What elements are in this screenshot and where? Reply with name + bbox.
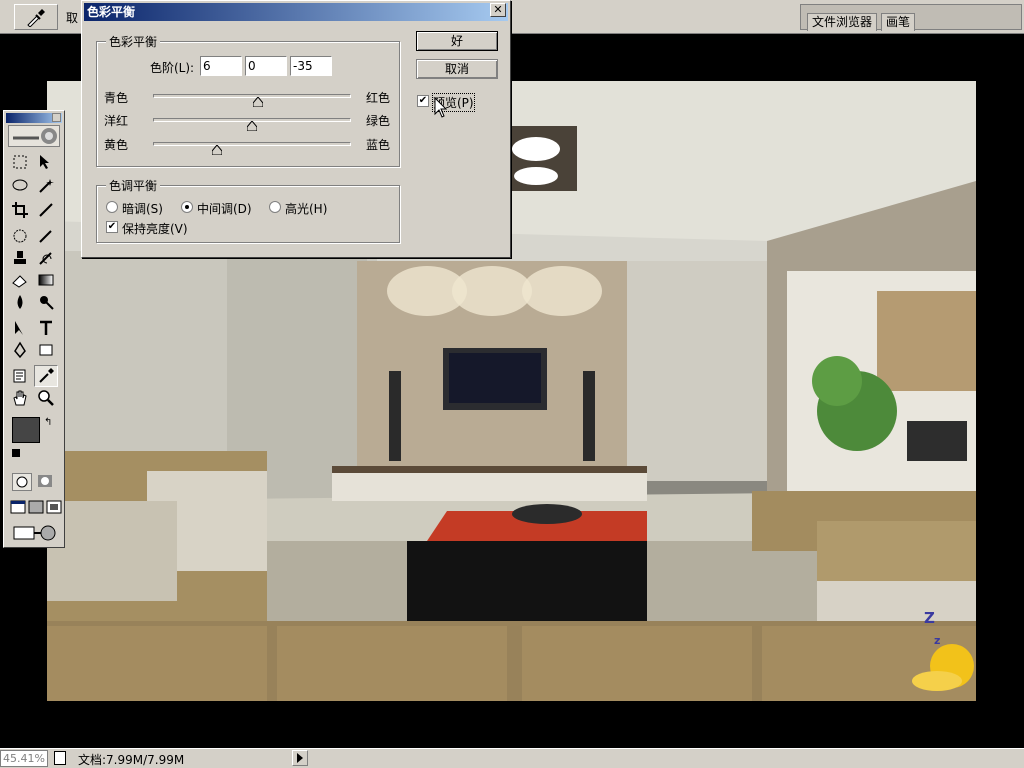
hand-tool-icon[interactable]	[8, 387, 32, 409]
slider-thumb-cyan-red[interactable]	[252, 97, 263, 107]
default-colors-icon[interactable]	[12, 449, 20, 457]
healing-brush-tool-icon[interactable]	[8, 225, 32, 247]
level-input-yellow-blue[interactable]	[290, 56, 332, 76]
radio-highlights[interactable]	[269, 201, 281, 213]
marquee-tool-icon[interactable]	[8, 151, 32, 173]
slider-right-label-red: 红色	[366, 91, 391, 105]
preserve-luminosity-label[interactable]: 保持亮度(V)	[122, 220, 188, 237]
clone-stamp-tool-icon[interactable]	[8, 247, 32, 269]
radio-midtones[interactable]	[181, 201, 193, 213]
mouse-cursor-icon	[434, 97, 448, 118]
radio-highlights-label[interactable]: 高光(H)	[285, 200, 327, 217]
preserve-luminosity-checkbox[interactable]: ✔	[106, 221, 118, 233]
slider-thumb-magenta-green[interactable]	[247, 121, 257, 131]
cancel-button[interactable]: 取消	[416, 59, 498, 79]
standard-mode-icon[interactable]	[12, 473, 32, 491]
preview-checkbox[interactable]: ✔	[417, 95, 429, 107]
zoom-level-field[interactable]: 45.41%	[0, 750, 48, 767]
eyedropper-icon	[27, 9, 45, 27]
sleep-z-small: z	[934, 634, 941, 647]
slice-tool-icon[interactable]	[34, 199, 58, 221]
adobe-online-icon[interactable]	[8, 125, 60, 147]
slider-left-label-magenta: 洋红	[104, 114, 129, 128]
lasso-tool-icon[interactable]	[8, 175, 32, 197]
radio-midtones-label[interactable]: 中间调(D)	[197, 200, 252, 217]
slider-thumb-yellow-blue[interactable]	[212, 145, 223, 155]
tab-brushes[interactable]: 画笔	[881, 13, 916, 31]
slider-right-label-blue: 蓝色	[366, 138, 391, 152]
dialog-titlebar[interactable]: 色彩平衡	[84, 3, 508, 21]
ok-button[interactable]: 好	[416, 31, 498, 51]
full-screen-menubar-icon[interactable]	[28, 499, 44, 515]
options-label: 取	[66, 11, 79, 25]
zoom-tool-icon[interactable]	[34, 387, 58, 409]
jump-to-imageready-icon[interactable]	[12, 523, 58, 543]
full-screen-mode-icon[interactable]	[46, 499, 62, 515]
tone-balance-legend: 色调平衡	[106, 177, 161, 194]
document-icon	[54, 751, 66, 765]
history-brush-tool-icon[interactable]	[34, 247, 58, 269]
status-menu-arrow-icon[interactable]	[292, 750, 308, 766]
type-tool-icon[interactable]	[34, 317, 58, 339]
blur-tool-icon[interactable]	[8, 291, 32, 313]
crop-tool-icon[interactable]	[8, 199, 32, 221]
quick-mask-mode-icon[interactable]	[36, 473, 56, 491]
dialog-title: 色彩平衡	[87, 5, 136, 19]
path-selection-tool-icon[interactable]	[8, 317, 32, 339]
level-input-magenta-green[interactable]	[245, 56, 287, 76]
toolbox: ↰	[3, 110, 65, 548]
toolbox-menu-icon[interactable]	[52, 113, 61, 122]
gradient-tool-icon[interactable]	[34, 269, 58, 291]
tab-file-browser[interactable]: 文件浏览器	[807, 13, 878, 31]
slider-left-label-yellow: 黄色	[104, 138, 129, 152]
tool-preset-picker[interactable]	[14, 4, 58, 30]
swap-colors-icon[interactable]: ↰	[44, 417, 52, 428]
sleep-z-large: Z	[924, 609, 935, 627]
pen-tool-icon[interactable]	[8, 339, 32, 361]
magic-wand-tool-icon[interactable]	[34, 175, 58, 197]
close-icon[interactable]: ✕	[490, 3, 506, 17]
color-balance-legend: 色彩平衡	[106, 33, 161, 50]
rectangle-tool-icon[interactable]	[34, 339, 58, 361]
move-tool-icon[interactable]	[34, 151, 58, 173]
foreground-color-swatch[interactable]	[12, 417, 40, 443]
level-input-cyan-red[interactable]	[200, 56, 242, 76]
dodge-tool-icon[interactable]	[34, 291, 58, 313]
brush-tool-icon[interactable]	[34, 225, 58, 247]
color-balance-dialog: 色彩平衡 ✕ 色彩平衡 色阶(L): 青色 红色 洋红 绿色 黄色 蓝色 色调平…	[81, 0, 511, 258]
radio-shadows[interactable]	[106, 201, 118, 213]
slider-right-label-green: 绿色	[366, 114, 391, 128]
palette-well: 文件浏览器 画笔	[800, 4, 1022, 31]
eyedropper-tool-icon[interactable]	[34, 365, 58, 387]
yellow-blue-slider[interactable]	[153, 142, 351, 146]
standard-screen-mode-icon[interactable]	[10, 499, 26, 515]
notes-tool-icon[interactable]	[8, 365, 32, 387]
slider-left-label-cyan: 青色	[104, 91, 129, 105]
eraser-tool-icon[interactable]	[8, 269, 32, 291]
radio-shadows-label[interactable]: 暗调(S)	[122, 200, 163, 217]
document-size-info: 文档:7.99M/7.99M	[78, 753, 185, 767]
levels-label: 色阶(L):	[150, 61, 195, 75]
